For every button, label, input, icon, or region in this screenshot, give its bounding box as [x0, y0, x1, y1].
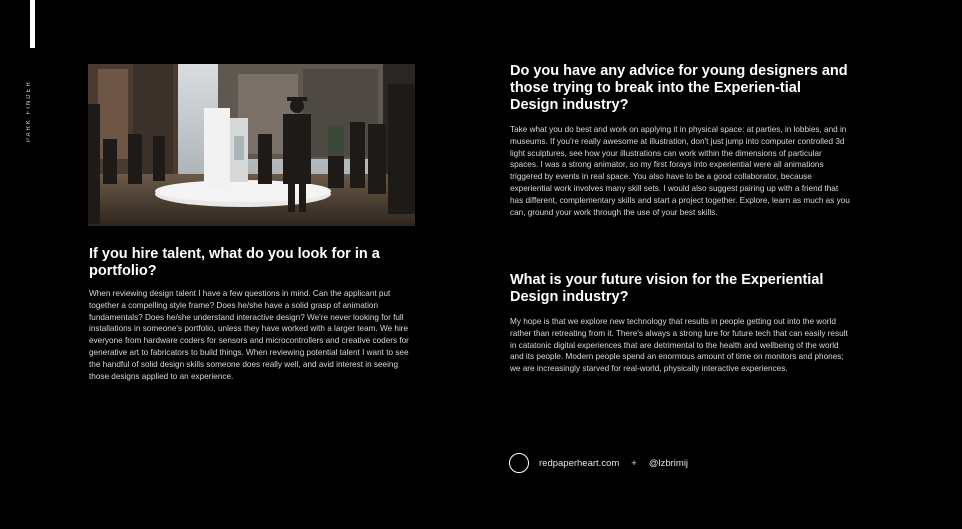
portfolio-question-heading: If you hire talent, what do you look for… [89, 246, 380, 279]
installation-photo [88, 64, 415, 226]
vision-answer-text: My hope is that we explore new technolog… [510, 317, 848, 374]
footer-separator: + [631, 457, 637, 469]
advice-question-heading: Do you have any advice for young designe… [510, 63, 848, 113]
section-label: PARK FINDER [26, 80, 32, 142]
vision-question-heading: What is your future vision for the Exper… [510, 272, 824, 305]
circle-logo-icon [509, 453, 529, 473]
portfolio-answer-text: When reviewing design talent I have a fe… [89, 289, 409, 381]
advice-answer-text: Take what you do best and work on applyi… [510, 125, 850, 217]
website-link[interactable]: redpaperheart.com [539, 458, 619, 469]
contact-footer: redpaperheart.com + @lzbrimij [509, 453, 688, 473]
accent-bar [30, 0, 35, 48]
social-handle[interactable]: @lzbrimij [649, 458, 688, 469]
street-installation-image [88, 64, 415, 226]
